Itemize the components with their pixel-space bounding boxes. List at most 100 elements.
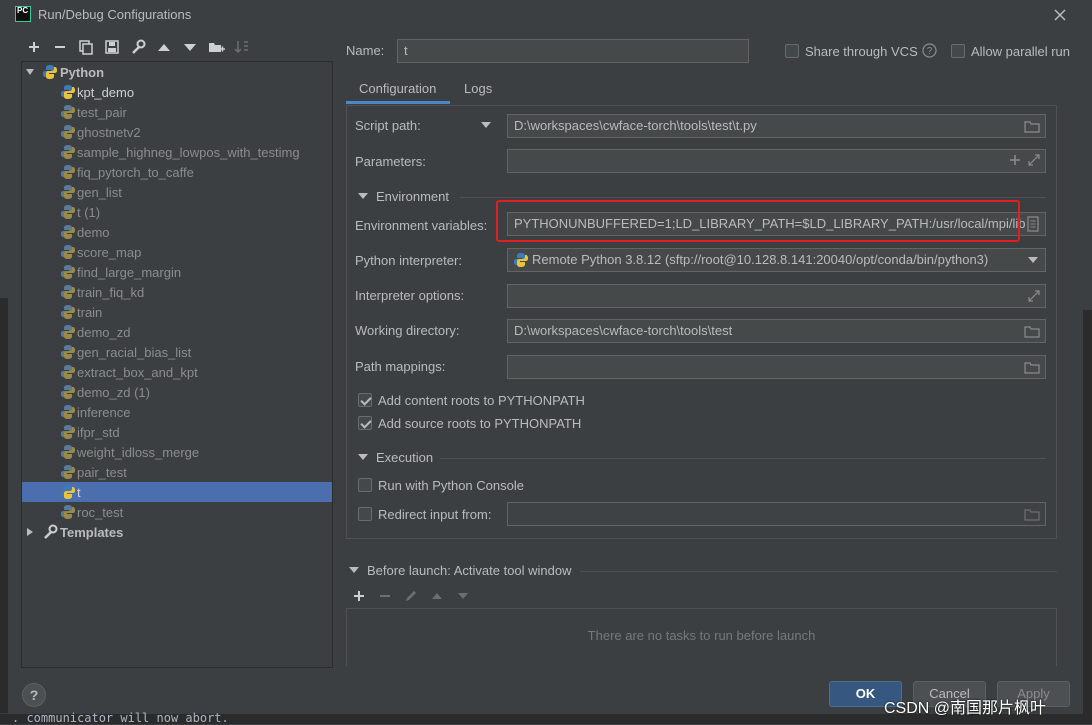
tree-item[interactable]: test_pair xyxy=(22,102,332,122)
tree-item[interactable]: train_fiq_kd xyxy=(22,282,332,302)
tree-item[interactable]: ifpr_std xyxy=(22,422,332,442)
tree-item-label: kpt_demo xyxy=(77,85,135,100)
script-path-input[interactable]: D:\workspaces\cwface-torch\tools\test\t.… xyxy=(507,114,1046,138)
add-icon[interactable] xyxy=(25,38,43,56)
tree-item-label: demo_zd xyxy=(77,325,131,340)
help-button[interactable]: ? xyxy=(22,683,46,707)
tree-item[interactable]: ghostnetv2 xyxy=(22,122,332,142)
background-editor-edge xyxy=(0,298,8,713)
configuration-tree: Python kpt_demo test_pair ghostnetv2 sample… xyxy=(21,61,333,668)
tree-item[interactable]: gen_racial_bias_list xyxy=(22,342,332,362)
chevron-down-icon[interactable] xyxy=(358,192,368,200)
working-dir-input[interactable]: D:\workspaces\cwface-torch\tools\test xyxy=(507,319,1046,343)
add-content-roots-checkbox[interactable] xyxy=(358,393,372,407)
sort-icon[interactable] xyxy=(233,38,251,56)
tree-item[interactable]: gen_list xyxy=(22,182,332,202)
tree-item-label: t (1) xyxy=(77,205,101,220)
tree-item[interactable]: demo_zd xyxy=(22,322,332,342)
tab-configuration[interactable]: Configuration xyxy=(346,78,450,104)
remove-icon[interactable] xyxy=(51,38,69,56)
env-vars-label: Environment variables: xyxy=(355,218,488,233)
new-folder-icon[interactable] xyxy=(207,38,225,56)
close-icon[interactable] xyxy=(1050,5,1070,25)
python-config-icon xyxy=(60,444,76,460)
tree-item-label: sample_highneg_lowpos_with_testimg xyxy=(77,145,300,160)
tree-item[interactable]: t (1) xyxy=(22,202,332,222)
tree-item[interactable]: sample_highneg_lowpos_with_testimg xyxy=(22,142,332,162)
before-launch-task-list[interactable]: There are no tasks to run before launch xyxy=(346,608,1057,666)
tree-root-label: Python xyxy=(60,65,105,80)
environment-section-title: Environment xyxy=(376,189,449,204)
add-macro-icon[interactable] xyxy=(1008,153,1022,167)
window-title: Run/Debug Configurations xyxy=(38,7,192,22)
move-up-icon[interactable] xyxy=(155,38,173,56)
help-icon[interactable]: ? xyxy=(922,43,937,58)
run-console-checkbox[interactable] xyxy=(358,478,372,492)
tree-item[interactable]: inference xyxy=(22,402,332,422)
edit-task-icon[interactable] xyxy=(404,589,418,603)
move-task-down-icon[interactable] xyxy=(456,589,470,603)
expand-icon[interactable] xyxy=(1027,289,1041,303)
tab-logs[interactable]: Logs xyxy=(464,78,492,104)
redirect-input-field[interactable] xyxy=(507,502,1046,526)
tab-configuration-label: Configuration xyxy=(359,81,437,96)
path-mappings-input[interactable] xyxy=(507,355,1046,379)
tree-item[interactable]: kpt_demo xyxy=(22,82,332,102)
interpreter-options-input[interactable] xyxy=(507,284,1046,308)
python-config-icon xyxy=(60,84,76,100)
save-icon[interactable] xyxy=(103,38,121,56)
tree-item[interactable]: demo xyxy=(22,222,332,242)
tree-item[interactable]: roc_test xyxy=(22,502,332,522)
tree-item[interactable]: score_map xyxy=(22,242,332,262)
chevron-down-icon[interactable] xyxy=(349,566,359,574)
python-config-icon xyxy=(60,344,76,360)
tree-item[interactable]: find_large_margin xyxy=(22,262,332,282)
tree-item[interactable]: fiq_pytorch_to_caffe xyxy=(22,162,332,182)
folder-icon[interactable] xyxy=(1024,119,1040,133)
python-icon xyxy=(42,64,58,80)
tree-item[interactable]: pair_test xyxy=(22,462,332,482)
python-config-icon xyxy=(60,284,76,300)
share-vcs-label: Share through VCS xyxy=(805,44,918,59)
expand-icon[interactable] xyxy=(1027,153,1041,167)
tree-root-templates[interactable]: Templates xyxy=(22,522,332,542)
name-input[interactable]: t xyxy=(397,39,749,63)
remove-task-icon[interactable] xyxy=(378,589,392,603)
document-icon[interactable] xyxy=(1026,216,1040,232)
parameters-input[interactable] xyxy=(507,149,1046,173)
tree-item-label: test_pair xyxy=(77,105,127,120)
tree-root-python[interactable]: Python xyxy=(22,62,332,82)
add-source-roots-checkbox[interactable] xyxy=(358,416,372,430)
tree-item-label: roc_test xyxy=(77,505,124,520)
chevron-down-icon[interactable] xyxy=(358,453,368,461)
tree-item-label: train_fiq_kd xyxy=(77,285,145,300)
share-vcs-checkbox[interactable] xyxy=(785,44,799,58)
dropdown-arrow-icon[interactable] xyxy=(1028,256,1038,264)
move-task-up-icon[interactable] xyxy=(430,589,444,603)
tree-item[interactable]: t xyxy=(22,482,332,502)
dropdown-arrow-icon[interactable] xyxy=(481,121,491,129)
tree-item[interactable]: train xyxy=(22,302,332,322)
folder-icon[interactable] xyxy=(1024,360,1040,374)
interpreter-select[interactable]: Remote Python 3.8.12 (sftp://root@10.128… xyxy=(507,248,1046,272)
python-config-icon xyxy=(60,184,76,200)
folder-icon[interactable] xyxy=(1024,324,1040,338)
allow-parallel-checkbox[interactable] xyxy=(951,44,965,58)
redirect-input-checkbox[interactable] xyxy=(358,507,372,521)
tree-item[interactable]: extract_box_and_kpt xyxy=(22,362,332,382)
copy-icon[interactable] xyxy=(77,38,95,56)
section-divider xyxy=(460,197,1046,198)
move-down-icon[interactable] xyxy=(181,38,199,56)
chevron-down-icon[interactable] xyxy=(25,67,35,77)
add-task-icon[interactable] xyxy=(352,589,366,603)
chevron-right-icon[interactable] xyxy=(25,527,35,537)
interpreter-options-label: Interpreter options: xyxy=(355,288,465,303)
wrench-icon[interactable] xyxy=(129,38,147,56)
tree-templates-label: Templates xyxy=(60,525,124,540)
python-config-icon xyxy=(60,244,76,260)
folder-icon[interactable] xyxy=(1024,507,1040,521)
tree-item[interactable]: weight_idloss_merge xyxy=(22,442,332,462)
python-config-icon xyxy=(60,124,76,140)
python-config-icon xyxy=(60,484,76,500)
tree-item[interactable]: demo_zd (1) xyxy=(22,382,332,402)
